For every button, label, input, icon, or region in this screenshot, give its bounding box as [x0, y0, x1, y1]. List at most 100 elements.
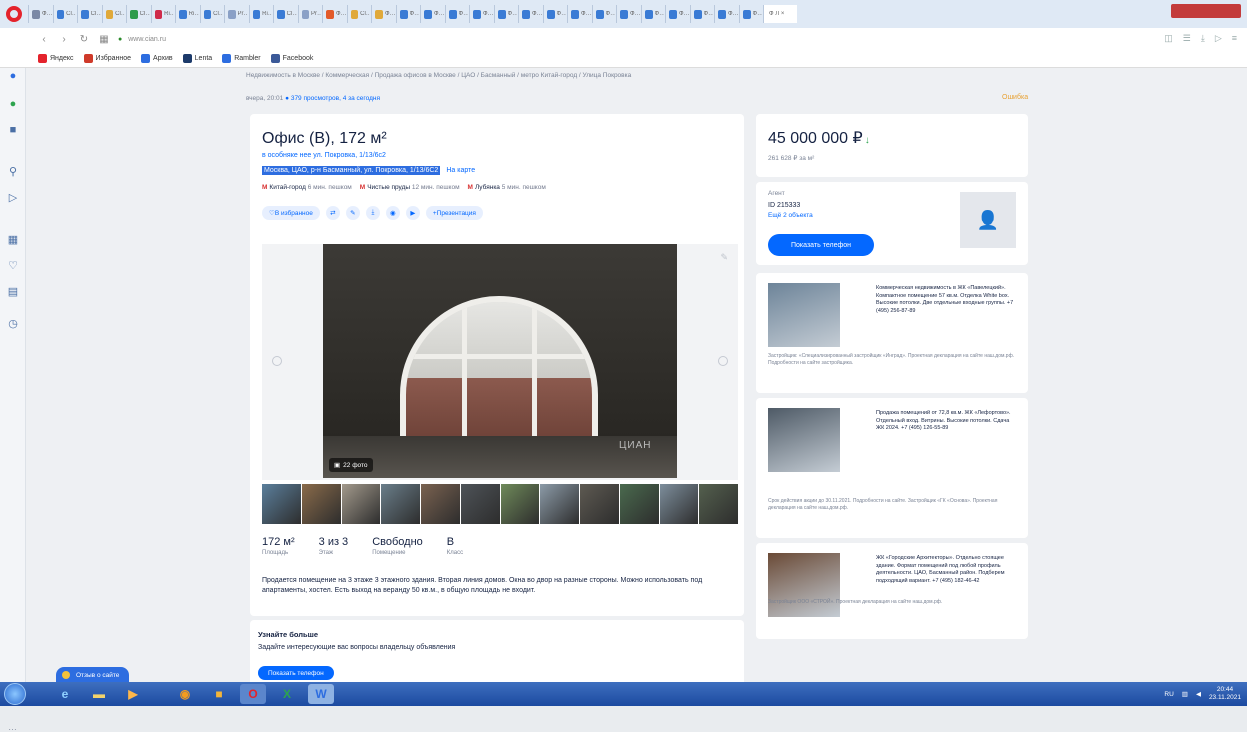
browser-tab[interactable]: Pr… — [224, 5, 248, 23]
gallery-thumbnail[interactable] — [262, 484, 301, 524]
feedback-chat-button[interactable]: Отзыв о сайте — [56, 667, 130, 683]
gallery-thumbnail[interactable] — [699, 484, 738, 524]
home-icon[interactable]: ▦ — [98, 33, 110, 45]
price-trend-icon[interactable]: ↓ — [865, 135, 870, 146]
media-icon[interactable]: ▶ — [120, 684, 146, 704]
excel-icon[interactable]: X — [274, 684, 300, 704]
browser-tab[interactable]: Cl… — [273, 5, 297, 23]
download-icon[interactable]: ⤓ — [365, 206, 380, 220]
browser-tab[interactable]: Ф… — [518, 5, 542, 23]
ad-card[interactable]: Коммерческая недвижимость в ЖК «Павелецк… — [756, 273, 1028, 393]
extensions-icon[interactable]: ◫ — [1164, 33, 1173, 44]
share-icon[interactable]: ▷ — [1215, 33, 1222, 44]
browser-tab[interactable]: Ф… — [665, 5, 689, 23]
browser-tab[interactable]: Cl… — [101, 5, 125, 23]
browser-tab[interactable]: Ф… — [567, 5, 591, 23]
tab-active[interactable]: Ф Л × — [763, 5, 797, 23]
browser-tab[interactable]: Pr… — [297, 5, 321, 23]
views-count[interactable]: ● 379 просмотров, 4 за сегодня — [285, 95, 380, 102]
presentation-button[interactable]: + Презентация — [425, 206, 483, 220]
breadcrumb[interactable]: Недвижимость в Москве / Коммерческая / П… — [246, 72, 786, 79]
fullscreen-icon[interactable]: ✎ — [720, 252, 728, 263]
history-icon[interactable]: ◷ — [7, 318, 19, 330]
browser-tab[interactable]: Ф… — [322, 5, 346, 23]
photo-count-badge[interactable]: ▣ 22 фото — [329, 458, 373, 472]
downloads-icon[interactable]: ⤓ — [1201, 33, 1205, 44]
gallery-thumbnail[interactable] — [460, 484, 500, 524]
browser-tab[interactable]: Ф… — [616, 5, 640, 23]
gallery-next-icon[interactable] — [718, 356, 728, 366]
gallery-thumbnail[interactable] — [341, 484, 381, 524]
browser-tab[interactable]: Ф… — [542, 5, 566, 23]
edit-icon[interactable]: ✎ — [345, 206, 360, 220]
bookmark-item[interactable]: Facebook — [270, 54, 313, 63]
bookmark-item[interactable]: Избранное — [83, 54, 131, 63]
send-icon[interactable]: ▷ — [7, 192, 19, 204]
browser-tab[interactable]: Ф… — [493, 5, 517, 23]
browser-tab[interactable]: Ф… — [469, 5, 493, 23]
bookmark-item[interactable]: Яндекс — [38, 54, 74, 63]
browser-tab[interactable]: Ф… — [689, 5, 713, 23]
show-phone-button[interactable]: Показать телефон — [768, 234, 874, 256]
sidebar-more-icon[interactable]: … — [8, 722, 17, 732]
bookmarks-icon[interactable]: ☰ — [1183, 33, 1191, 44]
network-icon[interactable]: ▥ — [1182, 690, 1188, 698]
agent-id[interactable]: ID 215333 — [768, 202, 800, 209]
browser-tab[interactable]: Ф… — [420, 5, 444, 23]
map-link[interactable]: На карте — [446, 167, 475, 174]
menu-icon[interactable]: ≡ — [1232, 33, 1237, 44]
browser-tab[interactable]: Ri… — [175, 5, 199, 23]
ad-image[interactable] — [768, 408, 840, 472]
browser-tab[interactable]: Ф… — [395, 5, 419, 23]
compare-icon[interactable]: ⇄ — [325, 206, 340, 220]
ask-phone-button[interactable]: Показать телефон — [258, 666, 334, 680]
browser-tab[interactable]: Cl… — [126, 5, 150, 23]
metro-station[interactable]: M Лубянка 5 мин. пешком — [468, 184, 546, 191]
hide-icon[interactable]: ◉ — [385, 206, 400, 220]
main-photo[interactable]: ЦИАН ▣ 22 фото — [323, 244, 677, 478]
bookmark-item[interactable]: Lenta — [182, 54, 212, 63]
browser-tab[interactable]: Ф… — [371, 5, 395, 23]
browser-tab[interactable]: Ф… — [640, 5, 664, 23]
gallery-thumbnail[interactable] — [421, 484, 460, 524]
gallery-thumbnail[interactable] — [500, 484, 540, 524]
share-icon[interactable]: ▶ — [405, 206, 420, 220]
metro-station[interactable]: M Чистые пруды 12 мин. пешком — [360, 184, 460, 191]
forward-icon[interactable]: › — [58, 33, 70, 45]
opera-icon[interactable]: O — [240, 684, 266, 704]
gallery-thumbnail[interactable] — [580, 484, 619, 524]
whatsapp-icon[interactable]: ● — [7, 98, 19, 110]
grid-icon[interactable]: ▦ — [7, 234, 19, 246]
gallery-thumbnail[interactable] — [301, 484, 341, 524]
clock[interactable]: 20:44 23.11.2021 — [1209, 686, 1241, 702]
back-icon[interactable]: ‹ — [38, 33, 50, 45]
browser-tab[interactable]: Ri… — [150, 5, 174, 23]
heart-icon[interactable]: ♡ — [7, 260, 19, 272]
reload-icon[interactable]: ↻ — [78, 33, 90, 45]
gallery-thumbnail[interactable] — [659, 484, 699, 524]
chrome-icon[interactable]: ◉ — [172, 684, 198, 704]
word-icon[interactable]: W — [308, 684, 334, 704]
favorite-button[interactable]: ♡ В избранное — [262, 206, 320, 220]
ad-card[interactable]: Продажа помещений от 72,8 кв.м. ЖК «Лефо… — [756, 398, 1028, 538]
browser-logo-icon[interactable] — [6, 6, 22, 22]
messenger-icon[interactable]: ● — [7, 70, 19, 82]
vk-icon[interactable]: ■ — [7, 124, 19, 136]
address-link[interactable]: Москва, ЦАО, р-н Басманный, ул. Покровка… — [262, 166, 441, 175]
explorer-icon[interactable]: ▬ — [86, 684, 112, 704]
ie-icon[interactable]: e — [52, 684, 78, 704]
browser-tab[interactable]: Ф… — [28, 5, 52, 23]
gallery-prev-icon[interactable] — [272, 356, 282, 366]
gallery-thumbnail[interactable] — [381, 484, 420, 524]
ad-card[interactable]: ЖК «Городские Архитекторы». Отдельно сто… — [756, 543, 1028, 639]
browser-tab[interactable]: Ф… — [591, 5, 615, 23]
notes-icon[interactable]: ▤ — [7, 286, 19, 298]
browser-tab[interactable]: Cl… — [77, 5, 101, 23]
browser-tab[interactable]: Cl… — [52, 5, 76, 23]
listing-subtitle[interactable]: в особняке нее ул. Покровка, 1/13/6с2 — [262, 152, 386, 159]
browser-tab[interactable]: Ri… — [248, 5, 272, 23]
volume-icon[interactable]: ◀ — [1196, 690, 1201, 698]
report-error-link[interactable]: Ошибка — [1002, 94, 1028, 101]
browser-tab[interactable]: Cl… — [199, 5, 223, 23]
bookmark-item[interactable]: Архив — [141, 54, 173, 63]
